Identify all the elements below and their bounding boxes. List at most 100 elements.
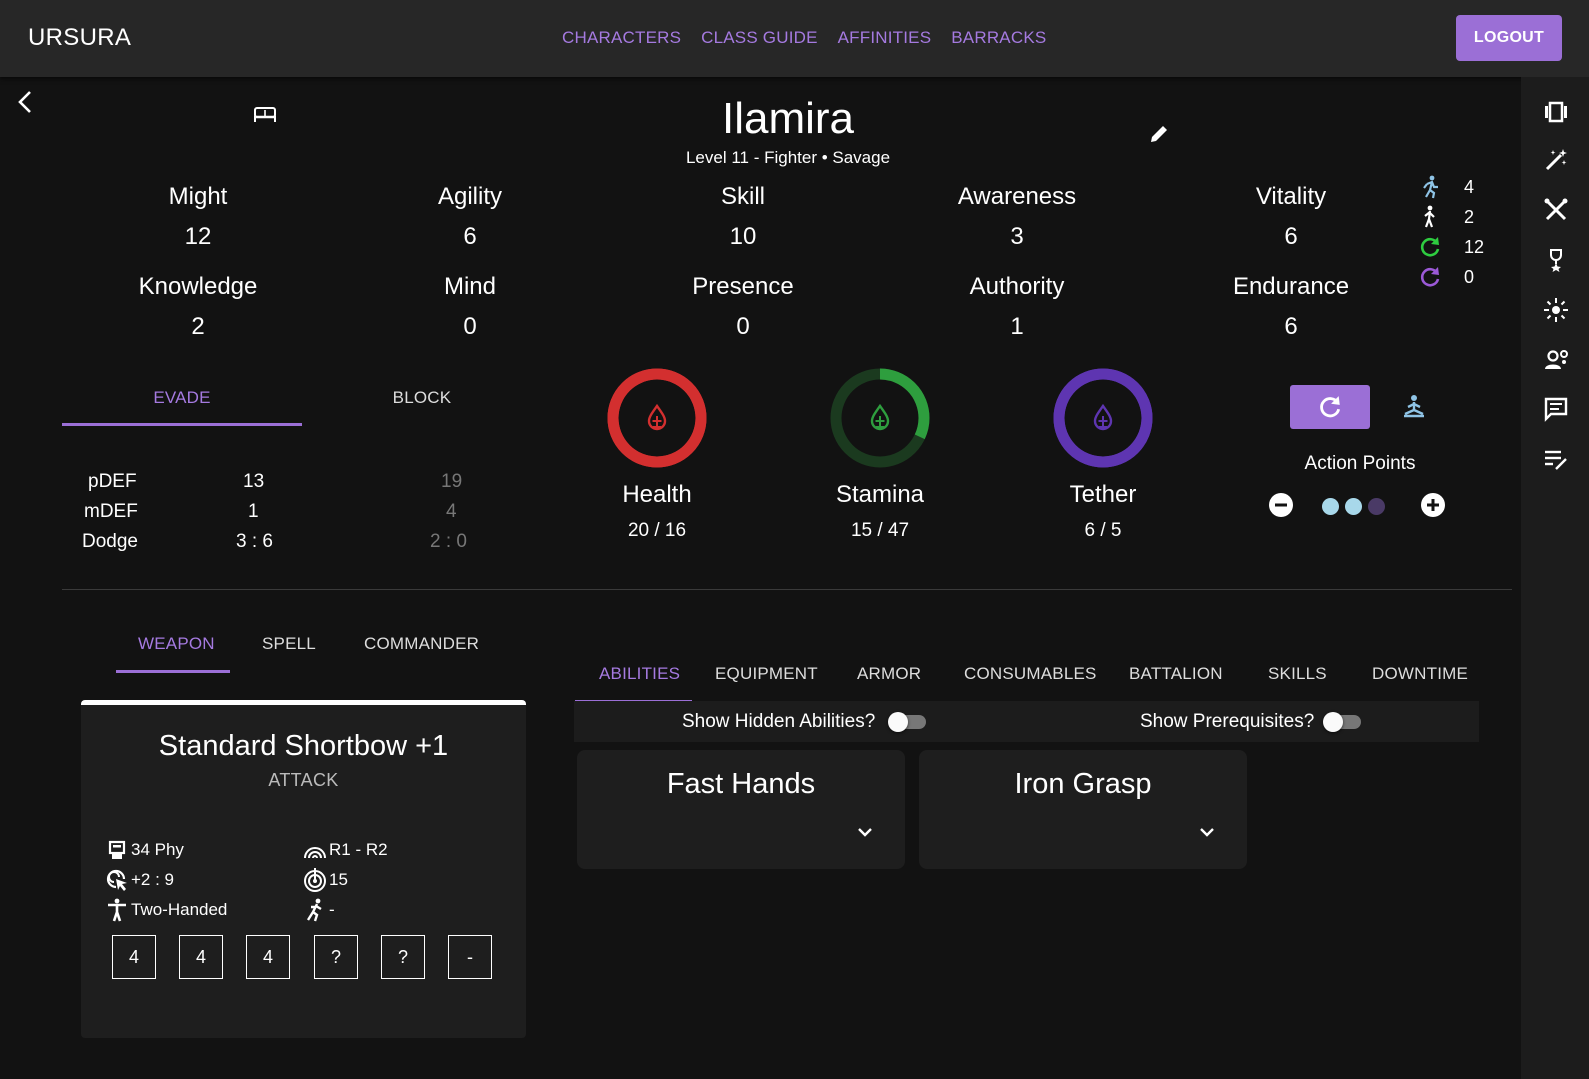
refresh-purple-icon bbox=[1420, 267, 1440, 287]
bed-icon[interactable] bbox=[252, 104, 278, 124]
tab-skills[interactable]: SKILLS bbox=[1268, 664, 1327, 684]
weapon-type: ATTACK bbox=[268, 770, 339, 790]
crit-stat: 15 bbox=[303, 868, 348, 892]
tab-weapon[interactable]: WEAPON bbox=[138, 634, 215, 654]
refresh-button[interactable] bbox=[1290, 385, 1370, 429]
mdef-evade-value: 1 bbox=[248, 501, 259, 522]
weapon-tab-underline bbox=[116, 670, 230, 673]
health-ring[interactable] bbox=[607, 368, 707, 468]
tab-evade[interactable]: EVADE bbox=[62, 388, 302, 408]
weapon-box-3: 4 bbox=[246, 935, 290, 979]
nav-class-guide[interactable]: CLASS GUIDE bbox=[701, 28, 818, 48]
chat-icon[interactable] bbox=[1543, 396, 1569, 422]
attr-label: Endurance bbox=[1232, 273, 1350, 300]
range-icon bbox=[304, 847, 326, 859]
accuracy-value: +2 : 9 bbox=[131, 870, 175, 889]
attr-authority: Authority 1 bbox=[917, 273, 1117, 341]
ability-card-iron-grasp[interactable]: Iron Grasp bbox=[919, 750, 1247, 869]
mdef-label: mDEF bbox=[84, 501, 138, 522]
pdef-evade-value: 13 bbox=[243, 471, 265, 492]
chevron-down-icon[interactable] bbox=[1195, 820, 1219, 844]
walk-icon bbox=[1424, 205, 1435, 228]
health-value: 20 / 16 bbox=[627, 520, 687, 541]
attr-awareness: Awareness 3 bbox=[917, 183, 1117, 251]
section-divider bbox=[62, 589, 1512, 590]
special-value: - bbox=[329, 900, 335, 919]
character-subtitle: Level 11 - Fighter • Savage bbox=[685, 148, 891, 167]
attr-endurance: Endurance 6 bbox=[1191, 273, 1391, 341]
ability-title: Fast Hands bbox=[666, 768, 816, 800]
tether-ring[interactable] bbox=[1053, 368, 1153, 468]
tab-consumables[interactable]: CONSUMABLES bbox=[964, 664, 1097, 684]
range-stat: R1 - R2 bbox=[303, 838, 388, 862]
special-stat: - bbox=[303, 898, 335, 922]
nav-characters[interactable]: CHARACTERS bbox=[562, 28, 681, 48]
tab-equipment[interactable]: EQUIPMENT bbox=[715, 664, 818, 684]
cards-icon[interactable] bbox=[1543, 99, 1569, 125]
tab-armor[interactable]: ARMOR bbox=[857, 664, 921, 684]
dodge-label: Dodge bbox=[82, 531, 138, 552]
tether-value: 6 / 5 bbox=[1084, 520, 1122, 541]
damage-stat: 34 Phy bbox=[105, 838, 184, 862]
back-chevron-icon[interactable] bbox=[14, 90, 38, 114]
ability-title: Iron Grasp bbox=[1014, 768, 1152, 800]
action-point-dot bbox=[1368, 498, 1385, 515]
weapon-card[interactable]: Standard Shortbow +1 ATTACK 34 Phy R1 - … bbox=[81, 700, 526, 1038]
stamina-value: 15 / 47 bbox=[850, 520, 910, 541]
attr-value: 3 bbox=[1010, 223, 1024, 250]
tether-label: Tether bbox=[1069, 481, 1137, 508]
notes-edit-icon[interactable] bbox=[1543, 446, 1569, 472]
attr-value: 0 bbox=[736, 313, 750, 340]
attr-knowledge: Knowledge 2 bbox=[98, 273, 298, 341]
brand-logo[interactable]: URSURA bbox=[28, 24, 131, 52]
movement-stats: 4 2 12 0 bbox=[1418, 172, 1484, 292]
tab-block[interactable]: BLOCK bbox=[302, 388, 542, 408]
weapon-name: Standard Shortbow +1 bbox=[158, 730, 449, 762]
green-refresh-value: 12 bbox=[1464, 236, 1485, 257]
nav-affinities[interactable]: AFFINITIES bbox=[838, 28, 932, 48]
attr-value: 1 bbox=[1010, 313, 1024, 340]
tab-battalion[interactable]: BATTALION bbox=[1129, 664, 1223, 684]
walk-value: 2 bbox=[1464, 206, 1475, 227]
attr-value: 6 bbox=[1284, 223, 1298, 250]
attr-presence: Presence 0 bbox=[643, 273, 843, 341]
accuracy-stat: +2 : 9 bbox=[105, 868, 174, 892]
attr-label: Vitality bbox=[1255, 183, 1327, 210]
edit-pencil-icon[interactable] bbox=[1148, 123, 1170, 145]
ap-minus-button[interactable] bbox=[1268, 492, 1294, 518]
tab-spell[interactable]: SPELL bbox=[262, 634, 316, 654]
tab-abilities[interactable]: ABILITIES bbox=[599, 664, 680, 684]
show-hidden-toggle[interactable] bbox=[888, 712, 926, 732]
tab-commander[interactable]: COMMANDER bbox=[364, 634, 479, 654]
nav-barracks[interactable]: BARRACKS bbox=[951, 28, 1046, 48]
meditate-icon[interactable] bbox=[1400, 394, 1428, 420]
dodge-evade-value: 3 : 6 bbox=[236, 531, 273, 552]
attr-label: Might bbox=[168, 183, 228, 210]
stamina-ring[interactable] bbox=[830, 368, 930, 468]
attr-agility: Agility 6 bbox=[370, 183, 570, 251]
magic-wand-icon[interactable] bbox=[1543, 147, 1569, 173]
trophy-icon[interactable] bbox=[1543, 247, 1569, 273]
right-sidebar bbox=[1521, 77, 1589, 1079]
attr-skill: Skill 10 bbox=[643, 183, 843, 251]
attr-label: Skill bbox=[720, 183, 765, 210]
tab-downtime[interactable]: DOWNTIME bbox=[1372, 664, 1468, 684]
crit-target-icon bbox=[304, 868, 326, 892]
attr-label: Mind bbox=[443, 273, 497, 300]
ap-plus-button[interactable] bbox=[1420, 492, 1446, 518]
evade-tab-underline bbox=[62, 423, 302, 426]
logout-button[interactable]: LOGOUT bbox=[1456, 15, 1562, 61]
lunge-icon bbox=[306, 898, 322, 922]
attr-value: 10 bbox=[729, 223, 757, 250]
chevron-down-icon[interactable] bbox=[853, 820, 877, 844]
crossed-swords-icon[interactable] bbox=[1543, 197, 1569, 223]
show-prereq-toggle[interactable] bbox=[1323, 712, 1361, 732]
weapon-box-2: 4 bbox=[179, 935, 223, 979]
people-settings-icon[interactable] bbox=[1543, 347, 1569, 373]
attr-value: 6 bbox=[463, 223, 477, 250]
ability-card-fast-hands[interactable]: Fast Hands bbox=[577, 750, 905, 869]
attr-value: 12 bbox=[184, 223, 212, 250]
sun-icon[interactable] bbox=[1543, 297, 1569, 323]
hands-value: Two-Handed bbox=[131, 900, 228, 919]
attr-might: Might 12 bbox=[98, 183, 298, 251]
